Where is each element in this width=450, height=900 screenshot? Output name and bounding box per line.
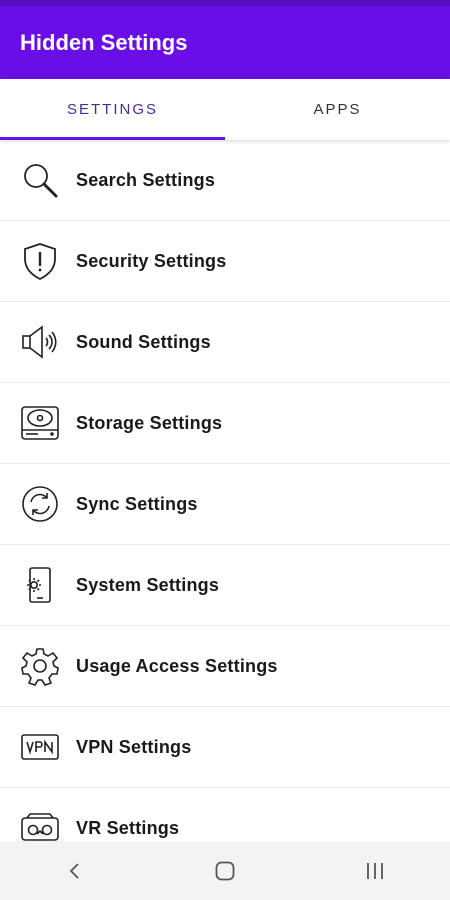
nav-home-button[interactable] [195, 841, 255, 900]
settings-item-vpn[interactable]: VPN Settings [0, 707, 450, 788]
settings-item-storage[interactable]: Storage Settings [0, 383, 450, 464]
search-icon [20, 160, 60, 200]
settings-item-vr[interactable]: VR Settings [0, 788, 450, 841]
recents-icon [367, 862, 383, 879]
phone-gear-icon [20, 565, 60, 605]
settings-item-label: Sync Settings [76, 493, 198, 514]
tab-settings[interactable]: SETTINGS [0, 79, 225, 140]
settings-list: Search Settings Security Settings Sound … [0, 140, 450, 841]
settings-item-system[interactable]: System Settings [0, 545, 450, 626]
home-icon [215, 861, 235, 880]
settings-item-label: Usage Access Settings [76, 655, 278, 676]
gear-icon [20, 646, 60, 686]
settings-item-search[interactable]: Search Settings [0, 140, 450, 221]
system-nav-bar [0, 841, 450, 900]
tab-bar: SETTINGS APPS [0, 79, 450, 140]
hard-drive-icon [20, 403, 60, 443]
vpn-icon [20, 727, 60, 767]
settings-item-security[interactable]: Security Settings [0, 221, 450, 302]
settings-item-label: System Settings [76, 574, 220, 595]
nav-recents-button[interactable] [345, 841, 405, 900]
back-icon [69, 862, 79, 879]
app-title: Hidden Settings [20, 29, 188, 55]
settings-item-usage-access[interactable]: Usage Access Settings [0, 626, 450, 707]
settings-item-label: VR Settings [76, 817, 180, 838]
nav-back-button[interactable] [45, 841, 105, 900]
sync-icon [20, 484, 60, 524]
settings-item-label: Security Settings [76, 250, 227, 271]
settings-item-sound[interactable]: Sound Settings [0, 302, 450, 383]
vr-headset-icon [20, 808, 60, 841]
settings-item-label: Storage Settings [76, 412, 223, 433]
speaker-icon [20, 322, 60, 362]
settings-item-sync[interactable]: Sync Settings [0, 464, 450, 545]
app-bar: Hidden Settings [0, 6, 450, 79]
settings-item-label: VPN Settings [76, 736, 192, 757]
settings-item-label: Sound Settings [76, 331, 211, 352]
tab-apps[interactable]: APPS [225, 79, 450, 140]
shield-alert-icon [20, 241, 60, 281]
settings-item-label: Search Settings [76, 169, 216, 190]
